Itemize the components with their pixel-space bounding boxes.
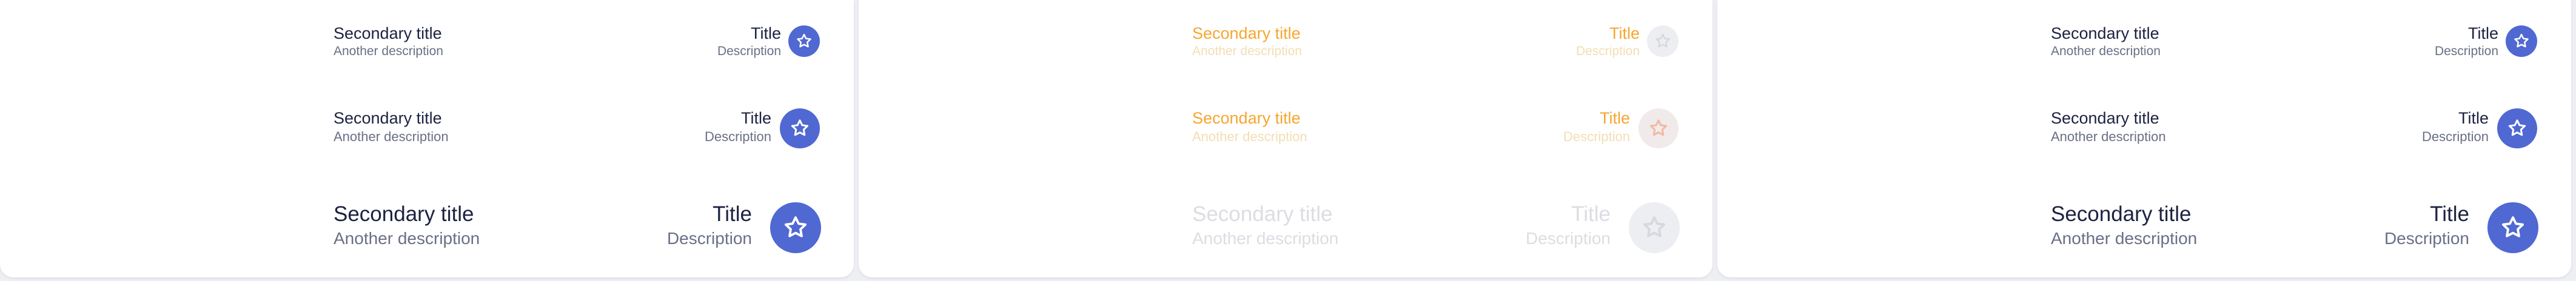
title: Title — [1599, 109, 1630, 127]
description: Description — [1563, 129, 1630, 144]
list-item-large[interactable]: Secondary title Another description Titl… — [0, 201, 854, 256]
title: Title — [740, 109, 771, 127]
primary-text-block: Title Description — [1563, 108, 1630, 145]
primary-text-block: Title Description — [705, 108, 771, 145]
description: Description — [1575, 44, 1640, 58]
secondary-description: Another description — [1192, 129, 1307, 144]
title: Title — [713, 202, 752, 226]
primary-text-block: Title Description — [2435, 23, 2498, 59]
secondary-title: Secondary title — [2051, 202, 2192, 226]
secondary-title: Secondary title — [1192, 24, 1301, 42]
secondary-title: Secondary title — [2051, 109, 2159, 127]
secondary-text-block: Secondary title Another description — [2051, 23, 2161, 59]
star-icon[interactable] — [780, 108, 820, 148]
secondary-title: Secondary title — [1192, 202, 1333, 226]
secondary-text-block: Secondary title Another description — [2051, 201, 2197, 250]
star-icon[interactable] — [770, 202, 821, 253]
secondary-description: Another description — [334, 129, 449, 144]
star-icon[interactable] — [2487, 202, 2538, 253]
secondary-description: Another description — [334, 229, 480, 248]
list-item-small[interactable]: Secondary title Another description Titl… — [1717, 23, 2571, 62]
description: Description — [2434, 44, 2498, 58]
panel-default-1: Secondary title Another description Titl… — [0, 0, 854, 277]
description: Description — [717, 44, 781, 58]
secondary-description: Another description — [1192, 44, 1302, 58]
secondary-description: Another description — [2051, 229, 2198, 248]
panel-default-2: Secondary title Another description Titl… — [1717, 0, 2571, 277]
title: Title — [1571, 202, 1611, 226]
list-item-small-loading: Secondary title Another description Titl… — [859, 23, 1712, 62]
title: Title — [2458, 109, 2489, 127]
secondary-description: Another description — [2051, 129, 2166, 144]
secondary-text-block: Secondary title Another description — [1192, 23, 1302, 59]
description: Description — [704, 129, 771, 144]
star-icon[interactable] — [2506, 25, 2537, 57]
secondary-description: Another description — [2051, 44, 2161, 58]
list-item-small[interactable]: Secondary title Another description Titl… — [0, 23, 854, 62]
description: Description — [2384, 229, 2469, 248]
list-item-large-disabled: Secondary title Another description Titl… — [859, 201, 1712, 256]
list-item-medium[interactable]: Secondary title Another description Titl… — [1717, 108, 2571, 150]
secondary-text-block: Secondary title Another description — [334, 23, 443, 59]
secondary-title: Secondary title — [2051, 24, 2159, 42]
primary-text-block: Title Description — [717, 23, 781, 59]
title: Title — [2430, 202, 2469, 226]
primary-text-block: Title Description — [1526, 201, 1611, 250]
star-icon — [1639, 108, 1679, 148]
title: Title — [750, 24, 781, 42]
primary-text-block: Title Description — [2422, 108, 2489, 145]
secondary-description: Another description — [334, 44, 443, 58]
primary-text-block: Title Description — [2384, 201, 2469, 250]
secondary-text-block: Secondary title Another description — [1192, 108, 1307, 145]
description: Description — [2421, 129, 2489, 144]
list-item-medium[interactable]: Secondary title Another description Titl… — [0, 108, 854, 150]
secondary-text-block: Secondary title Another description — [334, 108, 449, 145]
description: Description — [666, 229, 752, 248]
list-item-large[interactable]: Secondary title Another description Titl… — [1717, 201, 2571, 256]
star-icon — [1629, 202, 1680, 253]
list-item-medium-loading: Secondary title Another description Titl… — [859, 108, 1712, 150]
secondary-title: Secondary title — [334, 202, 474, 226]
star-icon[interactable] — [788, 25, 820, 57]
panel-loading: Secondary title Another description Titl… — [859, 0, 1712, 277]
primary-text-block: Title Description — [1576, 23, 1640, 59]
secondary-title: Secondary title — [334, 24, 442, 42]
star-icon — [1647, 25, 1679, 57]
secondary-description: Another description — [1192, 229, 1339, 248]
description: Description — [1525, 229, 1611, 248]
primary-text-block: Title Description — [667, 201, 752, 250]
star-icon[interactable] — [2497, 108, 2537, 148]
secondary-title: Secondary title — [1192, 109, 1301, 127]
title: Title — [1609, 24, 1640, 42]
secondary-title: Secondary title — [334, 109, 442, 127]
secondary-text-block: Secondary title Another description — [1192, 201, 1338, 250]
secondary-text-block: Secondary title Another description — [2051, 108, 2166, 145]
title: Title — [2467, 24, 2498, 42]
secondary-text-block: Secondary title Another description — [334, 201, 480, 250]
